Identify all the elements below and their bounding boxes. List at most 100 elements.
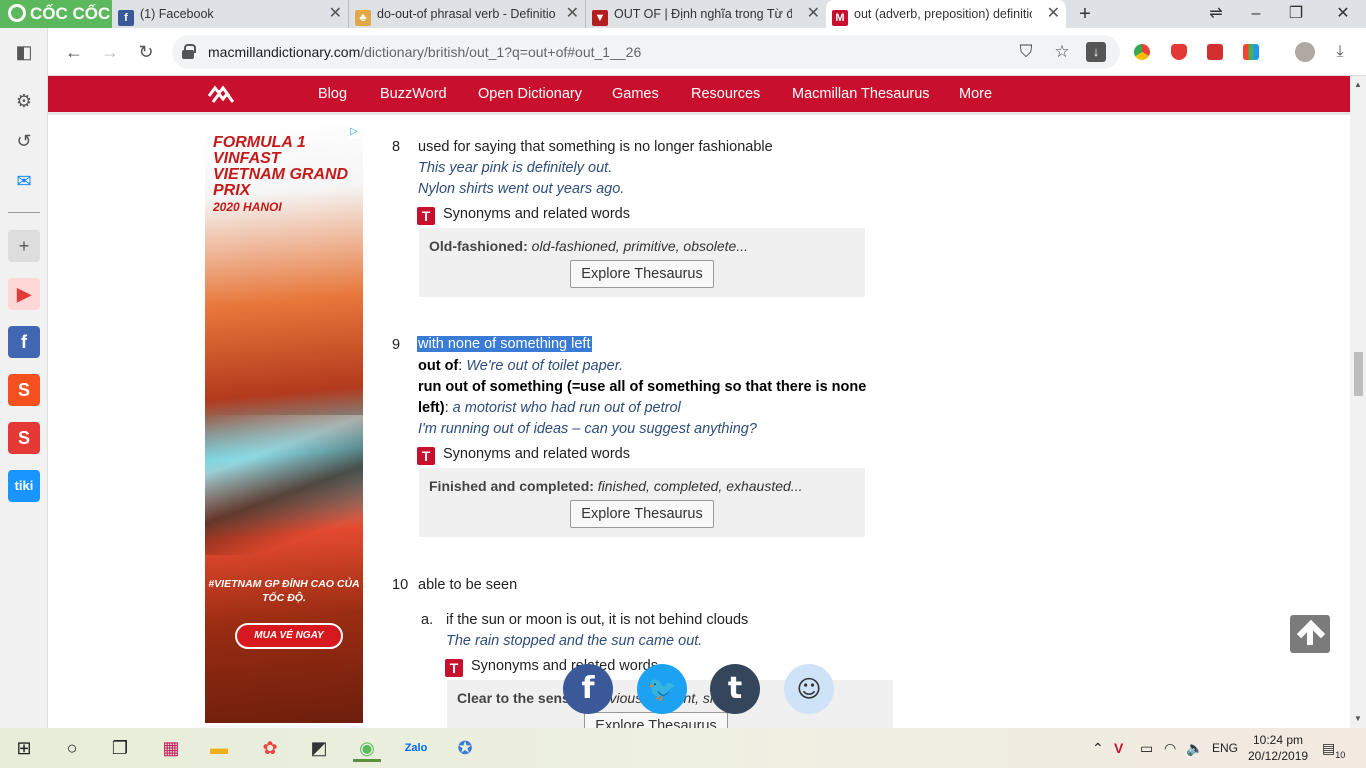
coccoc-taskbar-icon[interactable]: ◉ xyxy=(353,734,381,762)
thesaurus-t-icon: T xyxy=(445,659,463,677)
explore-thesaurus-button[interactable]: Explore Thesaurus xyxy=(584,712,728,728)
site-navbar: Blog BuzzWord Open Dictionary Games Reso… xyxy=(48,76,1350,112)
sidebar-divider xyxy=(8,212,40,213)
synonyms-toggle[interactable]: T Synonyms and related words xyxy=(445,658,658,677)
task-view-icon[interactable]: ❐ xyxy=(106,734,134,762)
volume-icon[interactable]: 🔈 xyxy=(1186,728,1203,768)
sense-definition: able to be seen xyxy=(418,577,518,593)
scrollbar-thumb[interactable] xyxy=(1354,352,1363,396)
nav-more[interactable]: More xyxy=(959,76,992,112)
tray-expand-icon[interactable]: ⌃ xyxy=(1092,728,1104,768)
synonyms-toggle[interactable]: T Synonyms and related words xyxy=(417,446,630,465)
page-scrollbar[interactable]: ▲ ▼ xyxy=(1350,76,1366,728)
sticky-app-icon[interactable]: ◩ xyxy=(305,734,333,762)
close-tab-icon[interactable]: ✕ xyxy=(807,0,820,28)
macmillan-logo-icon[interactable] xyxy=(208,84,234,104)
app-star-icon[interactable]: ✪ xyxy=(451,734,479,762)
windows-start-icon[interactable]: ⊞ xyxy=(10,734,38,762)
color-extension-icon[interactable] xyxy=(1243,44,1259,60)
nav-blog[interactable]: Blog xyxy=(318,76,347,112)
language-indicator[interactable]: ENG xyxy=(1212,728,1238,768)
close-window-icon[interactable]: ✕ xyxy=(1323,0,1363,28)
zalo-icon[interactable]: Zalo xyxy=(402,734,430,762)
download-page-icon[interactable]: ↓ xyxy=(1086,42,1106,62)
sendo-icon[interactable]: S xyxy=(8,422,40,454)
forward-icon[interactable]: → xyxy=(96,38,124,66)
buy-ticket-button[interactable]: MUA VÉ NGAY xyxy=(235,623,343,649)
restore-icon[interactable]: ❐ xyxy=(1276,0,1316,28)
app-icon[interactable]: ▦ xyxy=(157,734,185,762)
example-sentence: I'm running out of ideas – can you sugge… xyxy=(418,421,757,437)
chrome-extension-icon[interactable] xyxy=(1134,44,1150,60)
sense-number: 10 xyxy=(392,577,409,593)
nav-resources[interactable]: Resources xyxy=(691,76,760,112)
messenger-icon[interactable]: ✉ xyxy=(8,165,40,197)
settings-gear-icon[interactable]: ⚙ xyxy=(8,85,40,117)
cambridge-shield-icon: ▼ xyxy=(592,10,608,26)
close-tab-icon[interactable]: ✕ xyxy=(329,0,342,28)
tab-search-icon[interactable]: ⇌ xyxy=(1196,0,1236,28)
thesaurus-box: Old-fashioned: old-fashioned, primitive,… xyxy=(419,228,865,297)
red-extension-icon[interactable] xyxy=(1207,44,1223,60)
scroll-up-arrow-icon[interactable]: ▲ xyxy=(1350,80,1366,89)
reload-icon[interactable]: ↻ xyxy=(132,38,160,66)
history-icon[interactable]: ↺ xyxy=(8,125,40,157)
youtube-icon[interactable]: ▶ xyxy=(8,278,40,310)
paint-app-icon[interactable]: ✿ xyxy=(256,734,284,762)
synonyms-toggle[interactable]: T Synonyms and related words xyxy=(417,206,630,225)
twitter-share-icon[interactable]: 🐦 xyxy=(637,664,687,714)
close-tab-icon[interactable]: ✕ xyxy=(1047,0,1060,28)
facebook-shortcut-icon[interactable]: f xyxy=(8,326,40,358)
windows-taskbar: ⊞ ○ ❐ ▦ ▬ ✿ ◩ ◉ Zalo ✪ ⌃ V ▭ ◠ 🔈 ENG 10:… xyxy=(0,728,1366,768)
nav-buzzword[interactable]: BuzzWord xyxy=(380,76,447,112)
nav-games[interactable]: Games xyxy=(612,76,659,112)
adblock-shield-icon[interactable] xyxy=(1171,44,1187,60)
scroll-down-arrow-icon[interactable]: ▼ xyxy=(1350,714,1366,723)
ad-hashtag: #VIETNAM GP ĐỈNH CAO CỦA TỐC ĐỘ. xyxy=(208,578,360,604)
file-explorer-icon[interactable]: ▬ xyxy=(205,734,233,762)
tab-phrasal-verb[interactable]: ♣ do-out-of phrasal verb - Definition ✕ xyxy=(349,0,586,28)
downloads-icon[interactable]: ⤓ xyxy=(1326,38,1354,66)
minimize-icon[interactable]: – xyxy=(1236,0,1276,28)
subsense-definition: if the sun or moon is out, it is not beh… xyxy=(446,612,749,628)
sense-definition-selected[interactable]: with none of something left xyxy=(417,336,592,352)
new-tab-icon[interactable]: + xyxy=(1073,0,1097,28)
shopee-icon[interactable]: S xyxy=(8,374,40,406)
notification-center-icon[interactable]: ▤10 xyxy=(1322,728,1345,768)
sidebar-toggle-icon[interactable]: ◧ xyxy=(8,36,40,68)
bookmark-star-icon[interactable]: ☆ xyxy=(1050,40,1074,64)
tab-macmillan-active[interactable]: Mout (adverb, preposition) definition ✕ xyxy=(826,0,1066,28)
f1-vietnam-ad-banner[interactable]: ▷ FORMULA 1 VINFAST VIETNAM GRAND PRIX 2… xyxy=(205,125,363,723)
example-sentence: The rain stopped and the sun came out. xyxy=(446,633,703,649)
nav-macmillan-thesaurus[interactable]: Macmillan Thesaurus xyxy=(792,76,930,112)
tumblr-share-icon[interactable]: t xyxy=(710,664,760,714)
explore-thesaurus-button[interactable]: Explore Thesaurus xyxy=(570,500,714,528)
browser-tab-bar: CỐC CỐC f (1) Facebook ✕ ♣ do-out-of phras… xyxy=(0,0,1366,28)
unikey-icon[interactable]: V xyxy=(1114,728,1123,768)
close-tab-icon[interactable]: ✕ xyxy=(566,0,579,28)
scroll-to-top-button[interactable] xyxy=(1290,615,1330,653)
coccoc-brand-button[interactable]: CỐC CỐC xyxy=(0,0,112,28)
facebook-share-icon[interactable]: f xyxy=(563,664,613,714)
reddit-share-icon[interactable]: ☺ xyxy=(784,664,834,714)
explore-thesaurus-button[interactable]: Explore Thesaurus xyxy=(570,260,714,288)
clock[interactable]: 10:24 pm 20/12/2019 xyxy=(1248,732,1308,764)
wifi-icon[interactable]: ◠ xyxy=(1164,728,1176,768)
add-shortcut-icon[interactable]: + xyxy=(8,230,40,262)
profile-avatar[interactable] xyxy=(1295,42,1315,62)
thesaurus-line: Finished and completed: finished, comple… xyxy=(429,478,803,494)
macmillan-icon: M xyxy=(832,10,848,26)
shield-icon[interactable]: ⛉ xyxy=(1014,40,1038,64)
url-text[interactable]: macmillandictionary.com/dictionary/briti… xyxy=(208,35,641,69)
tab-cambridge[interactable]: ▼ OUT OF | Định nghĩa trong Từ điển ✕ xyxy=(586,0,826,28)
search-circle-icon[interactable]: ○ xyxy=(58,734,86,762)
address-bar[interactable]: macmillandictionary.com/dictionary/briti… xyxy=(172,35,1120,69)
battery-icon[interactable]: ▭ xyxy=(1140,728,1153,768)
thesaurus-box: Finished and completed: finished, comple… xyxy=(419,468,865,537)
tiki-icon[interactable]: tiki xyxy=(8,470,40,502)
nav-open-dictionary[interactable]: Open Dictionary xyxy=(478,76,582,112)
tab-facebook[interactable]: f (1) Facebook ✕ xyxy=(112,0,349,28)
back-icon[interactable]: ← xyxy=(60,38,88,66)
sense-number: 9 xyxy=(392,337,401,353)
phrase-line: left): a motorist who had run out of pet… xyxy=(418,400,681,416)
